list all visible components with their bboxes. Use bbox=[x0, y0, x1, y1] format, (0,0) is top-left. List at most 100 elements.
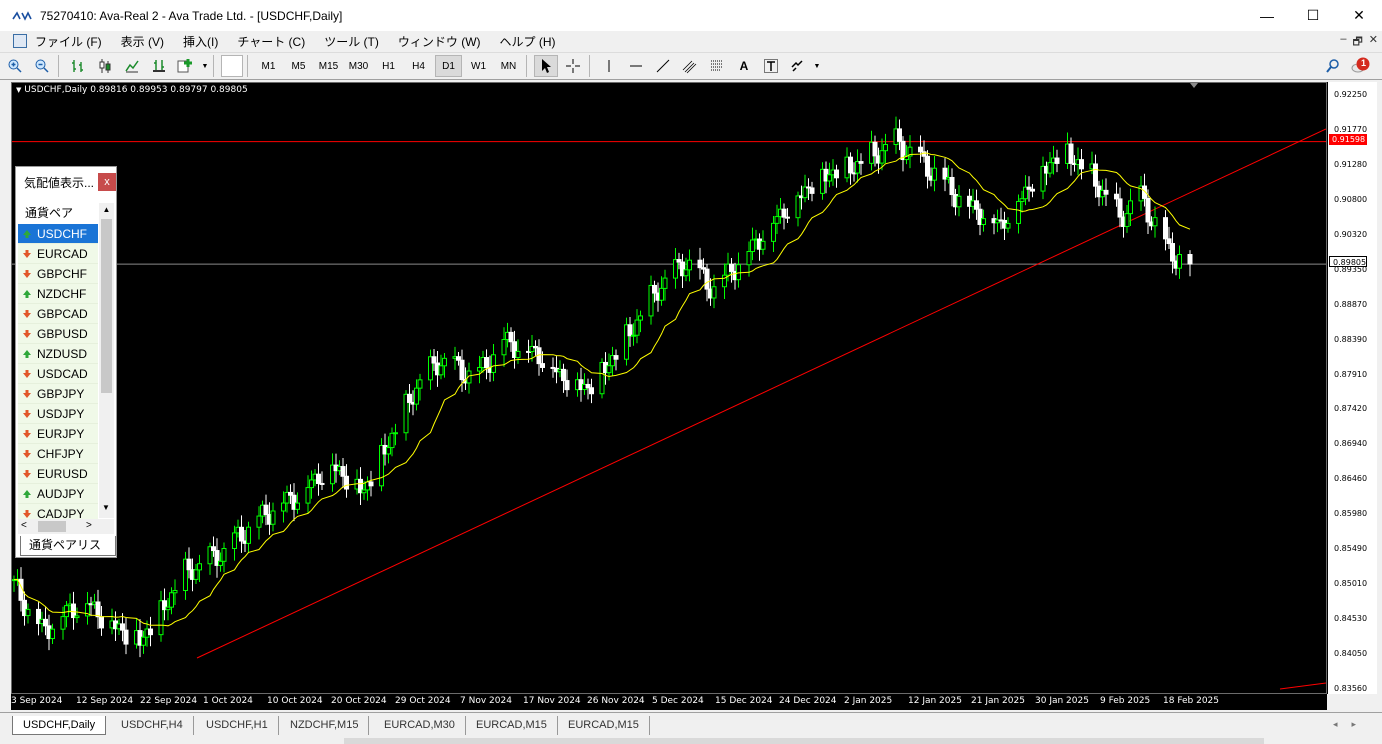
tab-usdchf-h1[interactable]: USDCHF,H1 bbox=[196, 716, 279, 735]
dropdown-arrow-icon[interactable]: ▼ bbox=[201, 55, 209, 77]
mdi-close-button[interactable]: ✕ bbox=[1369, 33, 1378, 52]
candle-body bbox=[431, 356, 437, 364]
close-button[interactable]: ✕ bbox=[1336, 0, 1382, 31]
market-watch-item[interactable]: NZDCHF bbox=[18, 284, 98, 304]
line-chart-icon[interactable] bbox=[120, 55, 144, 77]
timeframe-h4[interactable]: H4 bbox=[405, 55, 432, 77]
search-icon[interactable] bbox=[1321, 55, 1345, 77]
vertical-line-icon[interactable] bbox=[597, 55, 621, 77]
price-axis[interactable]: 0.92250 0.91770 0.91280 0.90800 0.90320 0.893… bbox=[1327, 82, 1377, 694]
time-axis[interactable]: 3 Sep 2024 12 Sep 2024 22 Sep 2024 1 Oct 20… bbox=[11, 694, 1327, 710]
market-watch-item[interactable]: GBPJPY bbox=[18, 384, 98, 404]
menu-file[interactable]: ファイル (F) bbox=[35, 33, 102, 50]
timeframe-m30[interactable]: M30 bbox=[345, 55, 372, 77]
market-watch-column-header[interactable]: 通貨ペア bbox=[18, 203, 98, 223]
collapse-arrow-icon[interactable]: ▼ bbox=[16, 86, 21, 94]
market-watch-item[interactable]: CHFJPY bbox=[18, 444, 98, 464]
notification-icon[interactable]: 1 bbox=[1348, 55, 1372, 77]
arrow-down-icon bbox=[23, 389, 31, 398]
timeframe-m1[interactable]: M1 bbox=[255, 55, 282, 77]
market-watch-vscroll[interactable]: ▲ ▼ bbox=[99, 203, 114, 518]
arrow-up-icon bbox=[23, 289, 31, 298]
scroll-left-icon[interactable]: < bbox=[21, 520, 27, 531]
menu-window[interactable]: ウィンドウ (W) bbox=[398, 33, 481, 50]
menu-insert[interactable]: 挿入(I) bbox=[183, 33, 218, 50]
menu-chart[interactable]: チャート (C) bbox=[237, 33, 305, 50]
bar-chart-icon[interactable] bbox=[66, 55, 90, 77]
candle-body bbox=[729, 263, 734, 272]
text-label-icon[interactable] bbox=[759, 55, 783, 77]
scroll-right-icon[interactable]: > bbox=[86, 520, 92, 531]
zoom-in-icon[interactable] bbox=[3, 55, 27, 77]
tab-eurcad-m15-2[interactable]: EURCAD,M15 bbox=[558, 716, 650, 735]
minimize-button[interactable]: — bbox=[1244, 0, 1290, 31]
chart-shift-icon[interactable] bbox=[147, 55, 171, 77]
menu-help[interactable]: ヘルプ (H) bbox=[500, 33, 556, 50]
y-tick-label: 0.83560 bbox=[1334, 684, 1368, 693]
dropdown-arrow-icon[interactable]: ▼ bbox=[813, 55, 821, 77]
crosshair-icon[interactable] bbox=[561, 55, 585, 77]
trendline-icon[interactable] bbox=[651, 55, 675, 77]
equidistant-channel-icon[interactable] bbox=[678, 55, 702, 77]
tab-eurcad-m30[interactable]: EURCAD,M30 bbox=[374, 716, 466, 735]
tab-nzdchf-m15[interactable]: NZDCHF,M15 bbox=[280, 716, 370, 735]
candle-body bbox=[652, 284, 657, 294]
tab-eurcad-m15[interactable]: EURCAD,M15 bbox=[466, 716, 558, 735]
price-chart[interactable] bbox=[12, 83, 1326, 693]
timeframe-m5[interactable]: M5 bbox=[285, 55, 312, 77]
market-watch-panel: 気配値表示... x 通貨ペア USDCHF EURCAD GBPCHF NZDCHF… bbox=[15, 166, 117, 571]
candle-body bbox=[785, 216, 790, 219]
scroll-down-icon[interactable]: ▼ bbox=[102, 503, 110, 512]
menu-tools[interactable]: ツール (T) bbox=[324, 33, 379, 50]
chart-area[interactable] bbox=[11, 82, 1327, 694]
market-watch-item[interactable]: AUDJPY bbox=[18, 484, 98, 504]
timeframe-d1[interactable]: D1 bbox=[435, 55, 462, 77]
market-watch-symbols-tab[interactable]: 通貨ペアリスト bbox=[20, 536, 116, 571]
cursor-icon[interactable] bbox=[534, 55, 558, 77]
market-watch-item[interactable]: GBPUSD bbox=[18, 324, 98, 344]
market-watch-item[interactable]: NZDUSD bbox=[18, 344, 98, 364]
candle-body bbox=[564, 380, 570, 391]
market-watch-item[interactable]: EURUSD bbox=[18, 464, 98, 484]
mdi-restore-button[interactable]: 🗗 bbox=[1352, 33, 1362, 52]
candle-body bbox=[561, 368, 566, 382]
arrow-up-icon bbox=[23, 489, 31, 498]
timeframe-mn[interactable]: MN bbox=[495, 55, 522, 77]
market-watch-item[interactable]: USDCAD bbox=[18, 364, 98, 384]
candle-body bbox=[239, 526, 244, 542]
zoom-out-icon[interactable] bbox=[30, 55, 54, 77]
market-watch-item[interactable]: USDJPY bbox=[18, 404, 98, 424]
menu-view[interactable]: 表示 (V) bbox=[121, 33, 164, 50]
tab-usdchf-h4[interactable]: USDCHF,H4 bbox=[111, 716, 194, 735]
mdi-minimize-button[interactable]: ‒ bbox=[1340, 33, 1346, 52]
y-tick-label: 0.85010 bbox=[1334, 579, 1368, 589]
maximize-button[interactable]: ☐ bbox=[1290, 0, 1336, 31]
candle-body bbox=[802, 186, 808, 199]
timeframe-h1[interactable]: H1 bbox=[375, 55, 402, 77]
candlestick-chart-icon[interactable] bbox=[93, 55, 117, 77]
market-watch-item[interactable]: GBPCAD bbox=[18, 304, 98, 324]
tab-usdchf-daily[interactable]: USDCHF,Daily bbox=[12, 716, 107, 735]
arrows-icon[interactable] bbox=[786, 55, 810, 77]
x-tick-label: 2 Jan 2025 bbox=[844, 696, 893, 706]
add-indicator-icon[interactable] bbox=[174, 55, 198, 77]
scroll-up-icon[interactable]: ▲ bbox=[99, 203, 114, 217]
timeframe-m15[interactable]: M15 bbox=[315, 55, 342, 77]
market-watch-item[interactable]: GBPCHF bbox=[18, 264, 98, 284]
market-watch-close-button[interactable]: x bbox=[98, 173, 116, 191]
horizontal-line-icon[interactable] bbox=[624, 55, 648, 77]
arrow-down-icon bbox=[23, 469, 31, 478]
hscroll-thumb[interactable] bbox=[38, 521, 66, 532]
fibonacci-icon[interactable] bbox=[705, 55, 729, 77]
market-watch-item[interactable]: EURCAD bbox=[18, 244, 98, 264]
scroll-thumb[interactable] bbox=[101, 219, 112, 393]
timeframe-w1[interactable]: W1 bbox=[465, 55, 492, 77]
text-icon[interactable]: A bbox=[732, 55, 756, 77]
market-watch-hscroll[interactable]: < > bbox=[18, 519, 114, 534]
candle-body bbox=[704, 268, 710, 290]
market-watch-item[interactable]: EURJPY bbox=[18, 424, 98, 444]
market-watch-item[interactable]: USDCHF bbox=[18, 224, 98, 244]
chart-window-icon[interactable] bbox=[13, 34, 27, 48]
tab-scroll-arrows-icon[interactable]: ◂▸ bbox=[1333, 719, 1370, 730]
candle-body bbox=[232, 532, 237, 549]
